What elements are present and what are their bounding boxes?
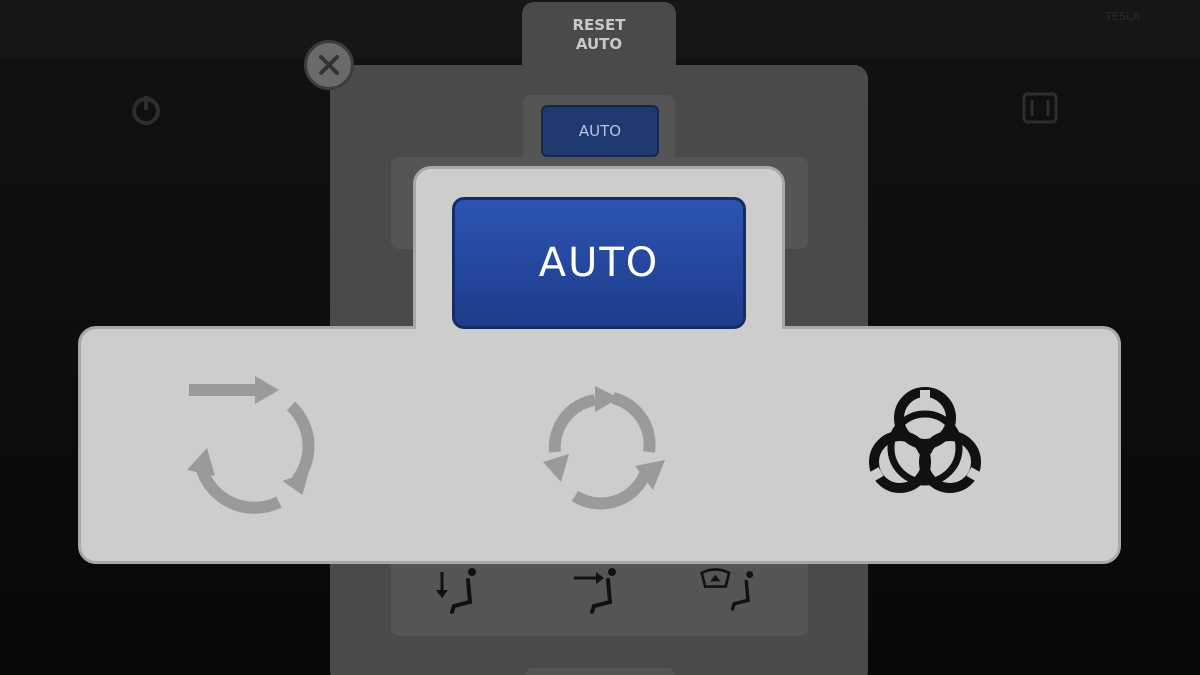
settings-slider-icon — [1022, 92, 1058, 124]
recirculate-icon — [543, 386, 665, 510]
face-vent-icon[interactable] — [568, 562, 628, 622]
fresh-air-button[interactable] — [174, 360, 334, 530]
auto-button[interactable]: AUTO — [452, 197, 746, 329]
biohazard-icon — [866, 387, 984, 493]
feet-vent-icon[interactable] — [428, 562, 488, 622]
auto-small-button[interactable]: AUTO — [541, 105, 659, 157]
defrost-vent-icon[interactable] — [700, 560, 760, 620]
reset-auto-tab[interactable]: RESET AUTO — [522, 2, 676, 72]
bg-brand-text: TESLA — [1105, 10, 1140, 23]
power-icon — [132, 96, 160, 125]
close-button[interactable] — [304, 40, 354, 90]
biohazard-button[interactable] — [845, 360, 1005, 530]
close-icon — [319, 55, 339, 75]
fresh-air-icon — [187, 376, 315, 514]
recirculate-button[interactable] — [520, 360, 680, 530]
panel-bottom-tab — [525, 668, 675, 675]
climate-screen: TESLA RESET AUTO AUTO AUTO — [0, 0, 1200, 675]
